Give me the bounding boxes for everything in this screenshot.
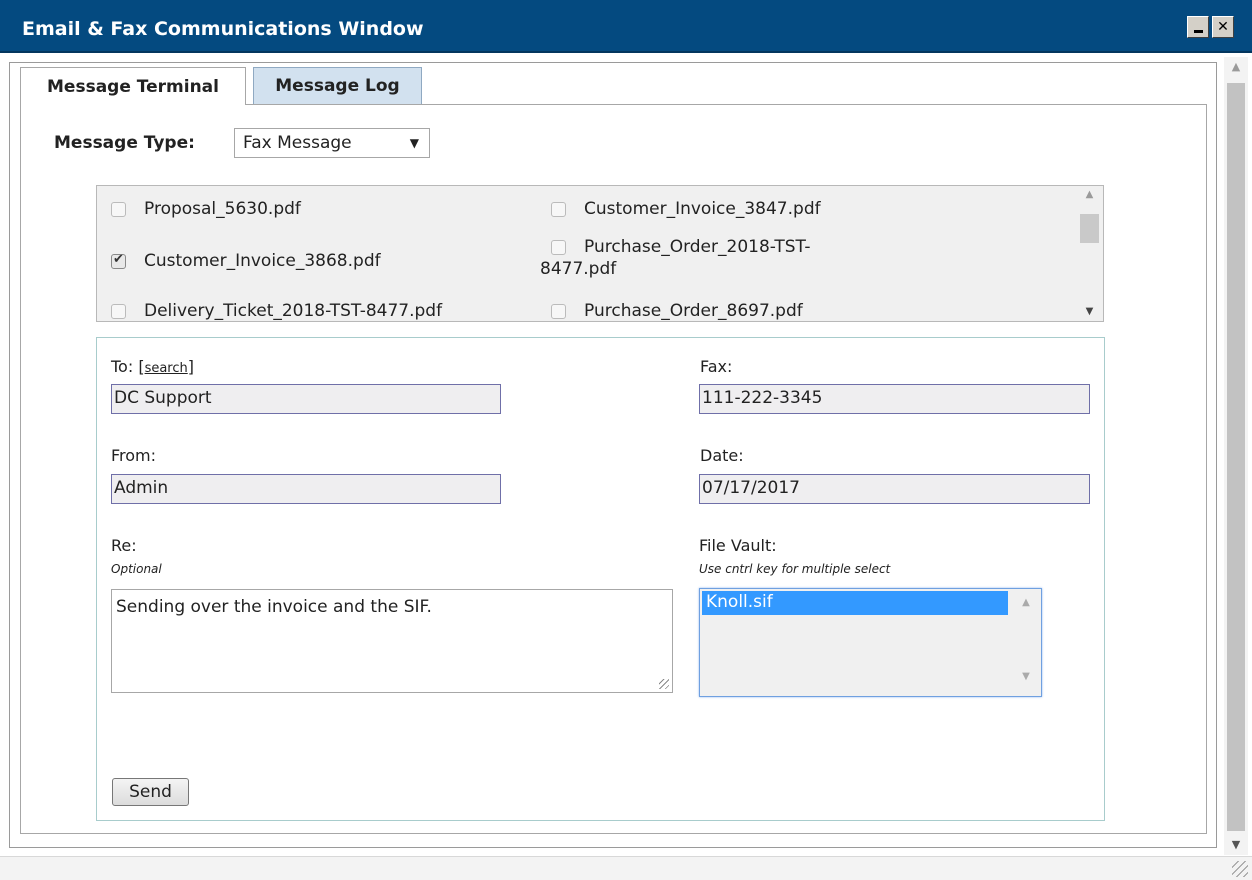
attachment-name-line2: 8477.pdf [540,259,617,279]
scroll-down-icon[interactable]: ▼ [1076,303,1103,321]
tab-message-log[interactable]: Message Log [253,67,422,104]
scroll-down-icon[interactable]: ▼ [1224,835,1248,855]
attachment-name: Delivery_Ticket_2018-TST-8477.pdf [144,301,443,321]
scroll-up-icon[interactable]: ▲ [1076,186,1103,204]
resize-grip-icon[interactable] [1232,861,1248,877]
to-label-text: To: [111,357,134,376]
to-field[interactable]: DC Support [111,384,501,414]
send-button[interactable]: Send [112,778,189,806]
attachment-item[interactable]: Purchase_Order_8697.pdf [551,301,803,321]
fax-label: Fax: [700,357,733,376]
re-textarea[interactable]: Sending over the invoice and the SIF. [111,589,673,693]
minimize-icon [1193,29,1203,33]
file-vault-label: File Vault: [699,536,777,555]
tab-label: Message Log [275,76,400,96]
file-vault-hint: Use cntrl key for multiple select [699,562,891,576]
from-field[interactable]: Admin [111,474,501,504]
attachment-list: Proposal_5630.pdf Customer_Invoice_3847.… [96,185,1104,322]
attachment-item[interactable]: Purchase_Order_2018-TST- 8477.pdf [540,237,810,279]
attachment-checkbox[interactable] [111,304,126,319]
window-titlebar: Email & Fax Communications Window ✕ [0,0,1252,53]
attachment-checkbox[interactable] [551,304,566,319]
date-field[interactable]: 07/17/2017 [699,474,1090,504]
window-footer [0,856,1252,880]
attachment-checkbox[interactable] [111,252,126,269]
re-text: Sending over the invoice and the SIF. [116,597,432,617]
close-button[interactable]: ✕ [1212,16,1234,38]
attachment-name: Proposal_5630.pdf [144,199,301,219]
attachment-scrollbar[interactable]: ▲ ▼ [1076,186,1103,321]
message-type-label: Message Type: [54,133,195,153]
window-scrollbar[interactable]: ▲ ▼ [1224,57,1248,855]
attachment-item[interactable]: Customer_Invoice_3847.pdf [551,199,821,219]
chevron-down-icon: ▼ [409,136,419,150]
attachment-name: Customer_Invoice_3868.pdf [144,251,381,271]
attachment-name-line1: Purchase_Order_2018-TST- [584,237,811,257]
close-icon: ✕ [1217,19,1229,35]
scroll-thumb[interactable] [1227,83,1245,831]
attachment-name: Purchase_Order_8697.pdf [584,301,803,321]
tab-message-terminal[interactable]: Message Terminal [20,67,246,105]
re-hint: Optional [111,562,162,576]
date-label: Date: [700,446,744,465]
scroll-up-icon[interactable]: ▲ [1013,595,1039,611]
attachment-checkbox[interactable] [111,202,126,217]
attachment-item[interactable]: Delivery_Ticket_2018-TST-8477.pdf [111,301,442,321]
attachment-checkbox[interactable] [551,240,566,255]
scroll-thumb[interactable] [1080,214,1099,243]
from-label: From: [111,446,157,465]
attachment-item[interactable]: Customer_Invoice_3868.pdf [111,251,381,271]
scroll-down-icon[interactable]: ▼ [1013,669,1039,685]
scroll-up-icon[interactable]: ▲ [1224,57,1248,77]
attachment-checkbox[interactable] [551,202,566,217]
attachment-item[interactable]: Proposal_5630.pdf [111,199,301,219]
window-title: Email & Fax Communications Window [22,18,424,40]
minimize-button[interactable] [1187,16,1209,38]
message-type-value: Fax Message [243,133,352,153]
to-label: To: [search] [111,357,194,376]
file-vault-list[interactable]: Knoll.sif ▲ ▼ [699,588,1042,697]
search-link[interactable]: search [145,361,188,376]
fax-field[interactable]: 111-222-3345 [699,384,1090,414]
attachment-name: Customer_Invoice_3847.pdf [584,199,821,219]
tab-label: Message Terminal [47,76,219,97]
message-type-select[interactable]: Fax Message ▼ [234,128,430,158]
re-label: Re: [111,536,137,555]
resize-grip-icon[interactable] [659,679,669,689]
file-vault-item[interactable]: Knoll.sif [702,591,1008,615]
